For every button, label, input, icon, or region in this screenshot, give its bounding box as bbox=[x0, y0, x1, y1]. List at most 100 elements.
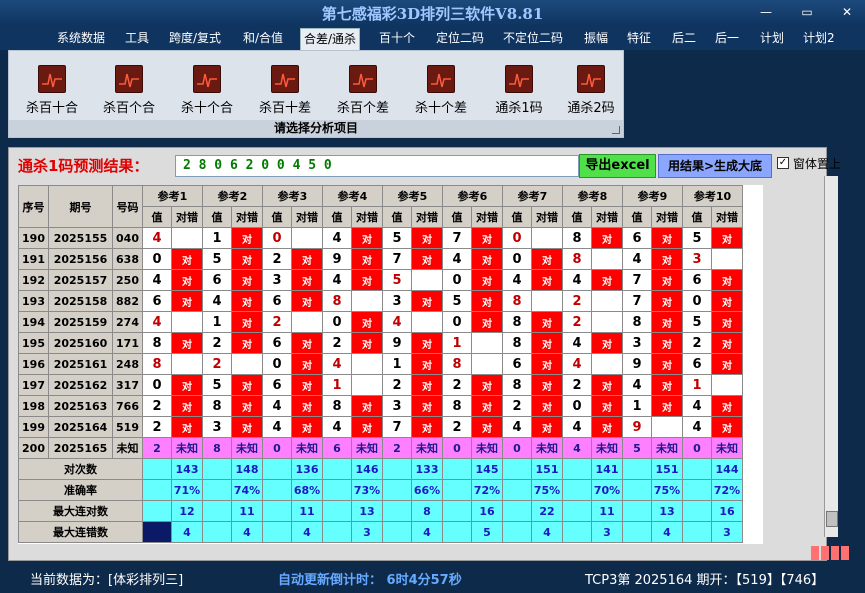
cell-value: 2 bbox=[502, 395, 532, 417]
cell-value: 0 bbox=[262, 437, 292, 459]
minimize-icon[interactable]: — bbox=[755, 4, 777, 20]
cell-check: 对 bbox=[351, 227, 383, 249]
menu-item-10[interactable]: 后二 bbox=[669, 29, 699, 48]
cell-check: 对 bbox=[471, 248, 503, 270]
cell-check: 对 bbox=[711, 290, 743, 312]
ribbon-expand-icon[interactable] bbox=[612, 126, 620, 134]
cell-check: 未知 bbox=[471, 437, 503, 459]
window-on-top-label: 窗体置上 bbox=[793, 157, 842, 171]
stat-value: 151 bbox=[531, 458, 563, 480]
table-row[interactable]: 196 2025161 248 8 2 0 对 4 1 对 8 6 对 4 9 对 6 对 bbox=[18, 353, 743, 375]
stat-value: 146 bbox=[351, 458, 383, 480]
cell-check: 未知 bbox=[291, 437, 323, 459]
cell-check: 对 bbox=[351, 332, 383, 354]
header-value: 值 bbox=[322, 206, 352, 228]
cell-period: 2025156 bbox=[48, 248, 113, 270]
stat-pad bbox=[682, 479, 712, 501]
ribbon-button-1[interactable]: 杀百个合 bbox=[93, 65, 165, 125]
stat-pad bbox=[502, 458, 532, 480]
stat-row: 准确率 71% 74% 68% 73% 66% 72% 75% 70% 75% 72% bbox=[18, 479, 743, 501]
stat-pad bbox=[322, 458, 352, 480]
prediction-result-field[interactable]: 2 8 0 6 2 0 0 4 5 0 bbox=[175, 155, 579, 177]
table-row[interactable]: 194 2025159 274 4 1 对 2 0 对 4 0 对 8 对 2 8 对 5 对 bbox=[18, 311, 743, 333]
table-row[interactable]: 193 2025158 882 6 对 4 对 6 对 8 3 对 5 对 8 2 7 对 0 对 bbox=[18, 290, 743, 312]
cell-value: 6 bbox=[682, 269, 712, 291]
table-row[interactable]: 200 2025165 未知 2 未知 8 未知 0 未知 6 未知 2 未知 0 未知 0 未知 4 未知 5 未知 0… bbox=[18, 437, 743, 459]
menu-item-7[interactable]: 不定位二码 bbox=[500, 29, 566, 48]
restore-icon[interactable]: ▭ bbox=[796, 4, 818, 20]
cell-seq: 193 bbox=[18, 290, 49, 312]
menu-item-13[interactable]: 计划2 bbox=[800, 29, 838, 48]
table-row[interactable]: 198 2025163 766 2 对 8 对 4 对 8 对 3 对 8 对 2 对 0 对 1 对 4 对 bbox=[18, 395, 743, 417]
scrollbar-thumb[interactable] bbox=[826, 511, 838, 527]
table-row[interactable]: 190 2025155 040 4 1 对 0 4 对 5 对 7 对 0 8 对 6 对 5 对 bbox=[18, 227, 743, 249]
menu-item-8[interactable]: 振幅 bbox=[581, 29, 611, 48]
stat-value: 70% bbox=[591, 479, 623, 501]
header-check: 对错 bbox=[291, 206, 323, 228]
cell-period: 2025165 bbox=[48, 437, 113, 459]
menu-item-9[interactable]: 特征 bbox=[624, 29, 654, 48]
menu-item-3[interactable]: 和/合值 bbox=[240, 29, 286, 48]
stat-pad bbox=[202, 500, 232, 522]
stat-pad bbox=[502, 479, 532, 501]
stat-value: 8 bbox=[411, 500, 443, 522]
table-row[interactable]: 197 2025162 317 0 对 5 对 6 对 1 2 对 2 对 8 对 2 对 4 对 1 bbox=[18, 374, 743, 396]
menu-item-5[interactable]: 百十个 bbox=[376, 29, 418, 48]
ribbon-button-3[interactable]: 杀百十差 bbox=[249, 65, 321, 125]
stat-value: 3 bbox=[351, 521, 383, 543]
ribbon-button-6[interactable]: 通杀1码 bbox=[483, 65, 555, 125]
resize-grip[interactable] bbox=[811, 546, 851, 560]
cell-value: 7 bbox=[382, 248, 412, 270]
cell-code: 未知 bbox=[112, 437, 143, 459]
stat-value: 4 bbox=[231, 521, 263, 543]
stat-pad bbox=[142, 500, 172, 522]
ribbon-button-0[interactable]: 杀百十合 bbox=[16, 65, 88, 125]
cell-value: 3 bbox=[262, 269, 292, 291]
menu-item-11[interactable]: 后一 bbox=[712, 29, 742, 48]
export-excel-button[interactable]: 导出excel bbox=[579, 154, 656, 178]
header-ref-group: 参考10 bbox=[682, 185, 743, 207]
cell-check: 对 bbox=[711, 353, 743, 375]
cell-check: 对 bbox=[471, 416, 503, 438]
cell-check: 对 bbox=[531, 374, 563, 396]
menu-item-4[interactable]: 合差/通杀 bbox=[300, 28, 361, 50]
cell-value: 7 bbox=[622, 269, 652, 291]
menu-item-12[interactable]: 计划 bbox=[757, 29, 787, 48]
table-row[interactable]: 191 2025156 638 0 对 5 对 2 对 9 对 7 对 4 对 0 对 8 4 对 3 bbox=[18, 248, 743, 270]
stat-pad bbox=[382, 500, 412, 522]
cell-value: 5 bbox=[382, 227, 412, 249]
data-grid[interactable]: 序号 期号 号码 参考1 参考2 参考3 参考4 参考5 参考6 参考7 参考8 参考9 参考10 值对错… bbox=[18, 185, 763, 544]
window-on-top-checkbox[interactable]: ✓ bbox=[777, 157, 789, 169]
vertical-scrollbar[interactable] bbox=[824, 176, 838, 537]
cell-check bbox=[351, 353, 383, 375]
menu-item-1[interactable]: 工具 bbox=[122, 29, 152, 48]
stat-pad bbox=[562, 521, 592, 543]
cell-value: 4 bbox=[562, 332, 592, 354]
ribbon-button-2[interactable]: 杀十个合 bbox=[171, 65, 243, 125]
menu-item-2[interactable]: 跨度/复式 bbox=[166, 29, 224, 48]
menu-item-0[interactable]: 系统数据 bbox=[54, 29, 108, 48]
ribbon-button-4[interactable]: 杀百个差 bbox=[327, 65, 399, 125]
stat-label: 最大连错数 bbox=[18, 521, 143, 543]
status-data-source: 当前数据为：[体彩排列三] bbox=[30, 573, 184, 588]
cell-seq: 192 bbox=[18, 269, 49, 291]
table-row[interactable]: 199 2025164 519 2 对 3 对 4 对 4 对 7 对 2 对 4 对 4 对 9 4 对 bbox=[18, 416, 743, 438]
cell-check: 未知 bbox=[651, 437, 683, 459]
cell-code: 250 bbox=[112, 269, 143, 291]
title-bar: 第七感福彩3D排列三软件V8.81 — ▭ ✕ bbox=[0, 0, 865, 26]
table-row[interactable]: 192 2025157 250 4 对 6 对 3 对 4 对 5 0 对 4 对 4 对 7 对 6 对 bbox=[18, 269, 743, 291]
stat-pad bbox=[262, 458, 292, 480]
cell-check: 对 bbox=[171, 416, 203, 438]
header-ref-group: 参考9 bbox=[622, 185, 683, 207]
generate-base-button[interactable]: 用结果>生成大底 bbox=[658, 154, 772, 178]
ribbon-button-7[interactable]: 通杀2码 bbox=[555, 65, 627, 125]
close-icon[interactable]: ✕ bbox=[836, 4, 858, 20]
table-row[interactable]: 195 2025160 171 8 对 2 对 6 对 2 对 9 对 1 8 对 4 对 3 对 2 对 bbox=[18, 332, 743, 354]
stat-pad bbox=[682, 458, 712, 480]
ribbon-button-5[interactable]: 杀十个差 bbox=[405, 65, 477, 125]
stat-label: 准确率 bbox=[18, 479, 143, 501]
cell-check: 对 bbox=[231, 269, 263, 291]
cell-check bbox=[591, 311, 623, 333]
menu-item-6[interactable]: 定位二码 bbox=[433, 29, 487, 48]
stat-pad bbox=[382, 458, 412, 480]
